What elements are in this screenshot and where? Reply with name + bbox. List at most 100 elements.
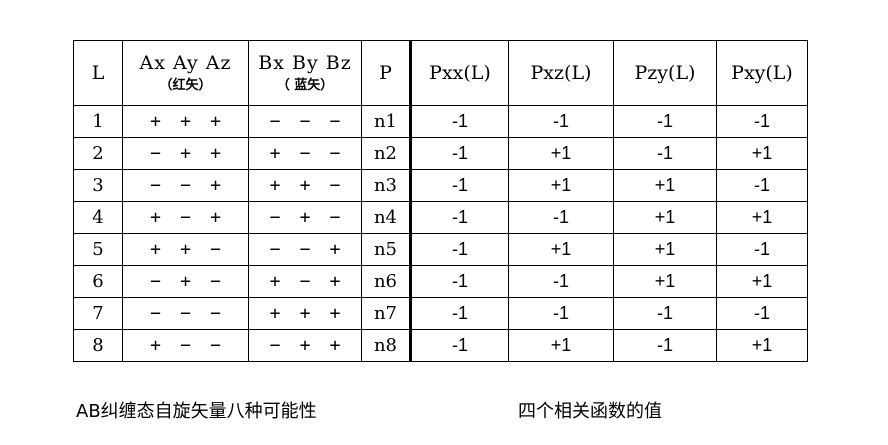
sign-a-0: + bbox=[150, 335, 161, 356]
cell-pzy: +1 bbox=[613, 169, 717, 202]
cell-pxz: -1 bbox=[508, 201, 614, 234]
header-b: Bx By Bz （ 蓝矢） bbox=[248, 40, 362, 106]
cell-b-signs: + − + bbox=[248, 265, 362, 298]
sign-b-0: − bbox=[269, 207, 281, 228]
sign-a-2: − bbox=[210, 335, 221, 356]
cell-pzy: +1 bbox=[613, 201, 717, 234]
header-pxy: Pxy(L) bbox=[716, 40, 808, 106]
sign-a-2: − bbox=[210, 239, 221, 260]
caption-left: AB纠缠态自旋矢量八种可能性 bbox=[76, 401, 317, 422]
cell-a-signs: − + + bbox=[122, 137, 249, 170]
cell-pzy: -1 bbox=[613, 137, 717, 170]
sign-b-2: + bbox=[329, 335, 341, 356]
sign-b-0: + bbox=[269, 143, 281, 164]
sign-b-2: − bbox=[329, 175, 341, 196]
sign-a-0: + bbox=[150, 207, 161, 228]
cell-l: 6 bbox=[73, 265, 123, 298]
cell-b-signs: − + − bbox=[248, 201, 362, 234]
sign-b-1: + bbox=[299, 303, 311, 324]
sign-b-0: − bbox=[269, 335, 281, 356]
sign-a-1: − bbox=[180, 303, 191, 324]
table-row: 4 + − + − + − n4 -1 -1 +1 +1 bbox=[73, 201, 808, 234]
cell-p: n3 bbox=[361, 169, 412, 202]
sign-a-0: − bbox=[150, 175, 161, 196]
sign-a-0: − bbox=[150, 303, 161, 324]
cell-pxy: +1 bbox=[716, 265, 808, 298]
sign-b-1: − bbox=[299, 143, 311, 164]
header-a-label: Ax Ay Az bbox=[139, 52, 232, 74]
header-row: L Ax Ay Az （红矢） Bx By Bz （ 蓝矢） P Pxx(L) … bbox=[73, 40, 808, 106]
cell-p: n4 bbox=[361, 201, 412, 234]
spin-correlation-table: L Ax Ay Az （红矢） Bx By Bz （ 蓝矢） P Pxx(L) … bbox=[73, 40, 808, 362]
sign-b-1: + bbox=[299, 207, 311, 228]
cell-a-signs: + + + bbox=[122, 105, 249, 138]
cell-a-signs: + + − bbox=[122, 233, 249, 266]
cell-pxx: -1 bbox=[410, 137, 509, 170]
header-a-sub: （红矢） bbox=[159, 78, 212, 93]
cell-p: n2 bbox=[361, 137, 412, 170]
sign-a-0: + bbox=[150, 239, 161, 260]
sign-a-1: − bbox=[180, 207, 191, 228]
cell-pxz: -1 bbox=[508, 297, 614, 330]
sign-b-0: + bbox=[269, 175, 281, 196]
cell-pzy: +1 bbox=[613, 233, 717, 266]
header-p: P bbox=[361, 40, 412, 106]
sign-b-0: − bbox=[269, 111, 281, 132]
table-row: 6− + − + − + n6 -1 -1 +1 +1 bbox=[73, 265, 808, 298]
cell-pxz: +1 bbox=[508, 329, 614, 362]
header-pxx: Pxx(L) bbox=[410, 40, 509, 106]
cell-p: n6 bbox=[361, 265, 412, 298]
cell-pzy: -1 bbox=[613, 105, 717, 138]
sign-a-2: − bbox=[210, 271, 221, 292]
cell-a-signs: − + − bbox=[122, 265, 249, 298]
sign-b-1: − bbox=[299, 271, 311, 292]
cell-pxy: -1 bbox=[716, 105, 808, 138]
header-l: L bbox=[73, 40, 123, 106]
cell-pxy: -1 bbox=[716, 297, 808, 330]
sign-b-1: + bbox=[299, 335, 311, 356]
table-row: 3− − + + + − n3 -1 +1 +1 -1 bbox=[73, 169, 808, 202]
cell-p: n7 bbox=[361, 297, 412, 330]
cell-pxy: +1 bbox=[716, 201, 808, 234]
header-b-sub: （ 蓝矢） bbox=[276, 78, 334, 93]
sign-a-2: − bbox=[210, 303, 221, 324]
sign-a-2: + bbox=[210, 111, 221, 132]
header-a: Ax Ay Az （红矢） bbox=[122, 40, 249, 106]
cell-pxz: +1 bbox=[508, 137, 614, 170]
cell-a-signs: + − − bbox=[122, 329, 249, 362]
sign-a-0: + bbox=[150, 111, 161, 132]
sign-a-0: − bbox=[150, 143, 161, 164]
cell-l: 5 bbox=[73, 233, 123, 266]
table-row: 2− + + + − − n2 -1 +1 -1 +1 bbox=[73, 137, 808, 170]
cell-l: 7 bbox=[73, 297, 123, 330]
cell-l: 3 bbox=[73, 169, 123, 202]
header-pxz: Pxz(L) bbox=[508, 40, 614, 106]
sign-a-1: + bbox=[180, 239, 191, 260]
table-row: 8 + − − − + + n8 -1 +1 -1 +1 bbox=[73, 329, 808, 362]
sign-a-0: − bbox=[150, 271, 161, 292]
cell-b-signs: + − − bbox=[248, 137, 362, 170]
cell-b-signs: − − − bbox=[248, 105, 362, 138]
table-row: 5 + + − − − + n5 -1 +1 +1 -1 bbox=[73, 233, 808, 266]
cell-pxx: -1 bbox=[410, 329, 509, 362]
sign-b-2: + bbox=[329, 303, 341, 324]
document-page: L Ax Ay Az （红矢） Bx By Bz （ 蓝矢） P Pxx(L) … bbox=[0, 0, 888, 445]
cell-pxx: -1 bbox=[410, 169, 509, 202]
sign-b-0: + bbox=[269, 271, 281, 292]
sign-b-2: − bbox=[329, 111, 341, 132]
sign-b-2: + bbox=[329, 271, 341, 292]
cell-l: 4 bbox=[73, 201, 123, 234]
cell-a-signs: − − + bbox=[122, 169, 249, 202]
cell-pxy: -1 bbox=[716, 233, 808, 266]
cell-pxz: +1 bbox=[508, 169, 614, 202]
cell-pxx: -1 bbox=[410, 233, 509, 266]
cell-pxx: -1 bbox=[410, 297, 509, 330]
sign-a-2: + bbox=[210, 143, 221, 164]
cell-pxx: -1 bbox=[410, 201, 509, 234]
cell-pxx: -1 bbox=[410, 105, 509, 138]
sign-b-0: − bbox=[269, 239, 281, 260]
cell-pxy: +1 bbox=[716, 137, 808, 170]
cell-l: 2 bbox=[73, 137, 123, 170]
sign-a-2: + bbox=[210, 207, 221, 228]
cell-pzy: -1 bbox=[613, 297, 717, 330]
